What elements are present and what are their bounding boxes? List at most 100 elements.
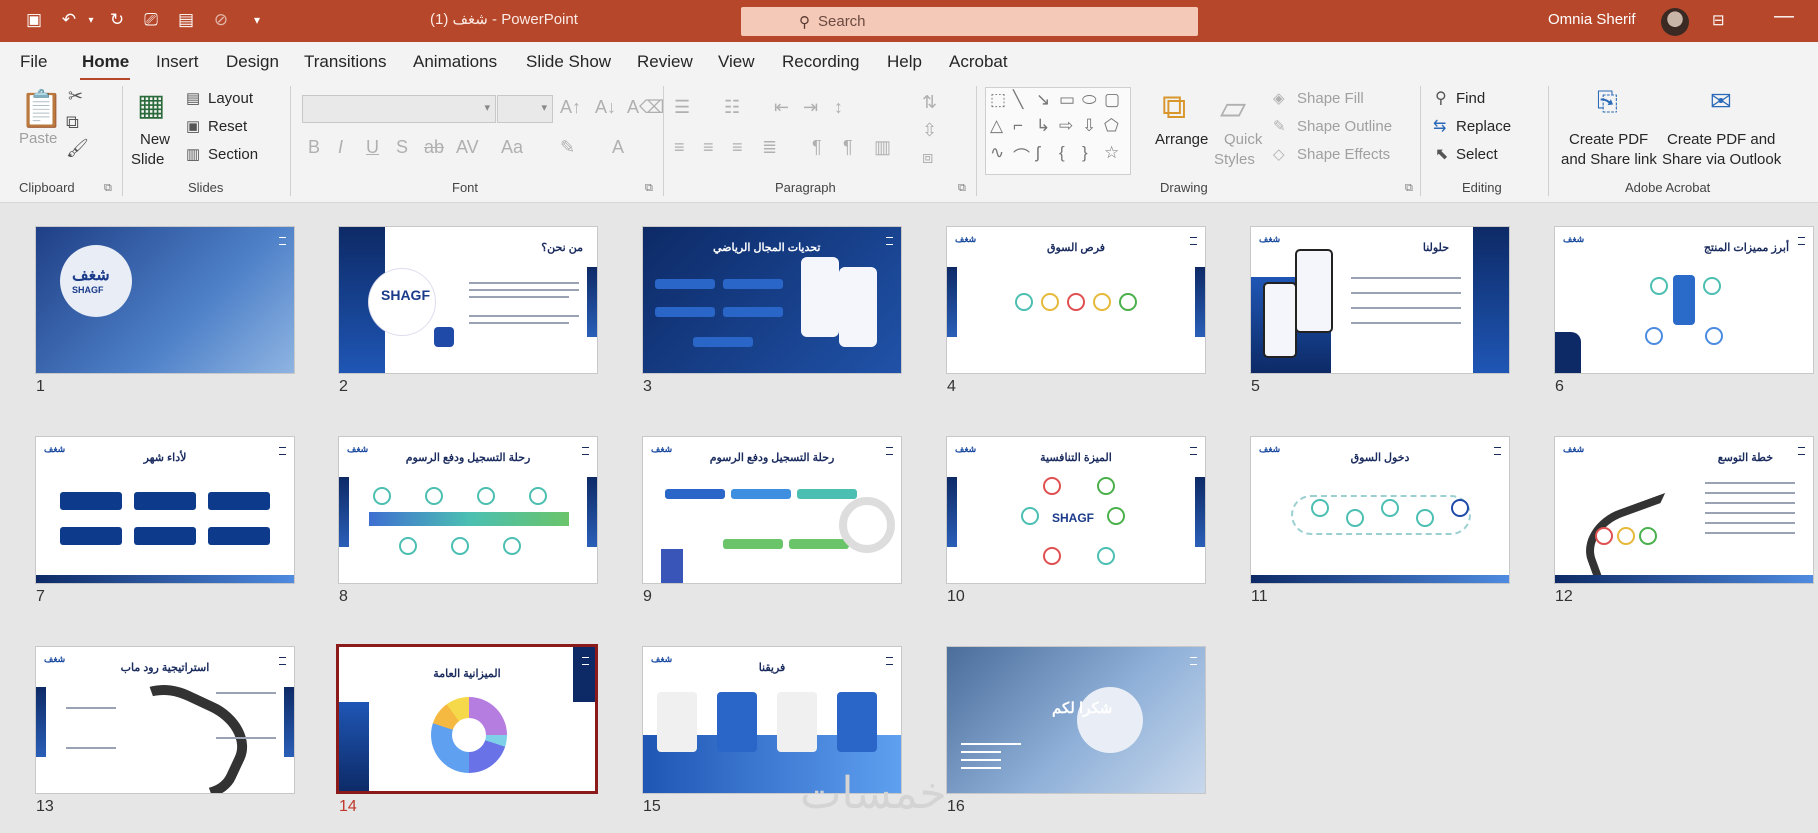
drawing-launcher-icon[interactable]: ⧉ <box>1405 182 1413 195</box>
font-launcher-icon[interactable]: ⧉ <box>645 182 653 195</box>
oval-shape-icon[interactable]: ⬭ <box>1082 90 1097 110</box>
shape-effects-button[interactable]: Shape Effects <box>1297 146 1390 163</box>
tab-home[interactable]: Home <box>82 52 129 72</box>
clear-formatting-icon[interactable]: A⌫ <box>627 97 664 118</box>
strikethrough-icon[interactable]: ab <box>424 137 444 158</box>
undo-icon[interactable]: ↶ <box>58 9 80 31</box>
customize-qat-icon[interactable]: ▾ <box>246 9 268 31</box>
star-shape-icon[interactable]: ☆ <box>1104 143 1119 163</box>
text-direction-icon[interactable]: ⇅ <box>922 92 937 113</box>
save-icon[interactable]: ▣ <box>23 9 45 31</box>
tab-view[interactable]: View <box>718 52 755 72</box>
smartart-icon[interactable]: ⧈ <box>922 147 933 168</box>
font-size-select[interactable]: ▾ <box>497 95 553 123</box>
columns-icon[interactable]: ▥ <box>874 137 891 158</box>
slide-thumbnail[interactable]: شغف حلولنا <box>1250 226 1510 374</box>
triangle-shape-icon[interactable]: △ <box>990 116 1003 136</box>
rtl-icon[interactable]: ¶ <box>843 137 853 158</box>
line-spacing-icon[interactable]: ↕ <box>834 97 843 118</box>
slideshow-icon[interactable]: ▤ <box>175 9 197 31</box>
font-family-select[interactable]: ▾ <box>302 95 496 123</box>
quick-styles-button[interactable]: Quick <box>1224 131 1262 148</box>
tab-transitions[interactable]: Transitions <box>304 52 387 72</box>
font-color-icon[interactable]: A <box>612 137 624 158</box>
replace-button[interactable]: Replace <box>1456 118 1511 135</box>
slide-thumbnail[interactable]: شغف لأداء شهر <box>35 436 295 584</box>
arrange-icon[interactable]: ⧉ <box>1162 88 1186 127</box>
new-slide-button[interactable]: New <box>140 131 170 148</box>
slide-thumbnail[interactable]: شغف الميزة التنافسية SHAGF <box>946 436 1206 584</box>
slide-thumbnail[interactable]: شكرا لكم <box>946 646 1206 794</box>
tab-help[interactable]: Help <box>887 52 922 72</box>
align-text-icon[interactable]: ⇳ <box>922 120 937 141</box>
create-pdf-icon[interactable]: ⎘ <box>1597 86 1618 118</box>
right-brace-shape-icon[interactable]: } <box>1082 143 1088 163</box>
ltr-icon[interactable]: ¶ <box>812 137 822 158</box>
section-button[interactable]: Section <box>208 146 258 163</box>
tab-animations[interactable]: Animations <box>413 52 497 72</box>
shape-fill-button[interactable]: Shape Fill <box>1297 90 1364 107</box>
create-pdf-outlook-icon[interactable]: ✉ <box>1710 86 1732 117</box>
tab-design[interactable]: Design <box>226 52 279 72</box>
clipboard-launcher-icon[interactable]: ⧉ <box>104 182 112 195</box>
reset-button[interactable]: Reset <box>208 118 247 135</box>
highlight-icon[interactable]: ✎ <box>560 137 575 158</box>
slide-thumbnail-selected[interactable]: الميزانية العامة <box>336 644 598 794</box>
create-pdf-share-link-button[interactable]: Create PDF <box>1569 131 1648 148</box>
right-arrow-shape-icon[interactable]: ⇨ <box>1059 116 1073 136</box>
elbow-connector-shape-icon[interactable]: ⌐ <box>1013 116 1023 136</box>
bullets-icon[interactable]: ☰ <box>674 97 690 118</box>
find-button[interactable]: Find <box>1456 90 1485 107</box>
present-icon[interactable]: ⎚ <box>140 9 162 31</box>
quick-styles-icon[interactable]: ▱ <box>1220 88 1246 128</box>
slide-thumbnail[interactable]: شغف خطة التوسع <box>1554 436 1814 584</box>
rectangle-shape-icon[interactable]: ▭ <box>1059 90 1075 110</box>
tab-review[interactable]: Review <box>637 52 693 72</box>
freeform-shape-icon[interactable]: ∿ <box>990 143 1004 163</box>
select-button[interactable]: Select <box>1456 146 1498 163</box>
ribbon-display-options-icon[interactable]: ⊟ <box>1712 11 1725 29</box>
minimize-icon[interactable]: — <box>1774 5 1794 28</box>
bold-icon[interactable]: B <box>308 137 320 158</box>
slide-thumbnail[interactable]: شغف SHAGF <box>35 226 295 374</box>
format-painter-icon[interactable]: 🖌 <box>66 138 89 159</box>
line-shape-icon[interactable]: ╲ <box>1013 90 1023 110</box>
paste-icon[interactable]: 📋 <box>19 88 64 130</box>
slide-thumbnail[interactable]: SHAGF من نحن؟ <box>338 226 598 374</box>
down-arrow-shape-icon[interactable]: ⇩ <box>1082 116 1096 136</box>
redo-icon[interactable]: ↻ <box>106 9 128 31</box>
arrange-button[interactable]: Arrange <box>1155 131 1208 148</box>
tab-slide-show[interactable]: Slide Show <box>526 52 611 72</box>
search-input[interactable]: ⚲ Search <box>741 7 1198 36</box>
shapes-gallery[interactable]: ⬚ ╲ ↘ ▭ ⬭ ▢ △ ⌐ ↳ ⇨ ⇩ ⬠ ∿ ⌒ ʃ { } ☆ <box>985 87 1131 175</box>
align-left-icon[interactable]: ≡ <box>674 137 685 158</box>
change-case-icon[interactable]: Aa <box>501 137 523 158</box>
copy-icon[interactable]: ⧉ <box>66 112 79 133</box>
rounded-rect-shape-icon[interactable]: ▢ <box>1104 90 1120 110</box>
shape-outline-button[interactable]: Shape Outline <box>1297 118 1392 135</box>
slide-thumbnail[interactable]: شغف أبرز مميزات المنتج <box>1554 226 1814 374</box>
numbering-icon[interactable]: ☷ <box>724 97 740 118</box>
align-center-icon[interactable]: ≡ <box>703 137 714 158</box>
justify-icon[interactable]: ≣ <box>762 137 777 158</box>
increase-indent-icon[interactable]: ⇥ <box>803 97 818 118</box>
tab-file[interactable]: File <box>20 52 47 72</box>
slide-thumbnail[interactable]: شغف رحلة التسجيل ودفع الرسوم <box>642 436 902 584</box>
decrease-indent-icon[interactable]: ⇤ <box>774 97 789 118</box>
curve-shape-icon[interactable]: ʃ <box>1036 143 1040 163</box>
tab-recording[interactable]: Recording <box>782 52 860 72</box>
arrow-line-shape-icon[interactable]: ↘ <box>1036 90 1050 110</box>
decrease-font-size-icon[interactable]: A↓ <box>595 97 616 118</box>
cut-icon[interactable]: ✂ <box>68 86 83 107</box>
left-brace-shape-icon[interactable]: { <box>1059 143 1065 163</box>
arc-shape-icon[interactable]: ⌒ <box>1013 143 1030 168</box>
paragraph-launcher-icon[interactable]: ⧉ <box>958 182 966 195</box>
slide-thumbnail[interactable]: شغف دخول السوق <box>1250 436 1510 584</box>
user-name[interactable]: Omnia Sherif <box>1548 11 1636 28</box>
elbow-arrow-shape-icon[interactable]: ↳ <box>1036 116 1050 136</box>
increase-font-size-icon[interactable]: A↑ <box>560 97 581 118</box>
callout-shape-icon[interactable]: ⬠ <box>1104 116 1119 136</box>
underline-icon[interactable]: U <box>366 137 379 158</box>
avatar[interactable] <box>1661 8 1689 36</box>
create-pdf-outlook-label-2[interactable]: Share via Outlook <box>1662 151 1781 168</box>
